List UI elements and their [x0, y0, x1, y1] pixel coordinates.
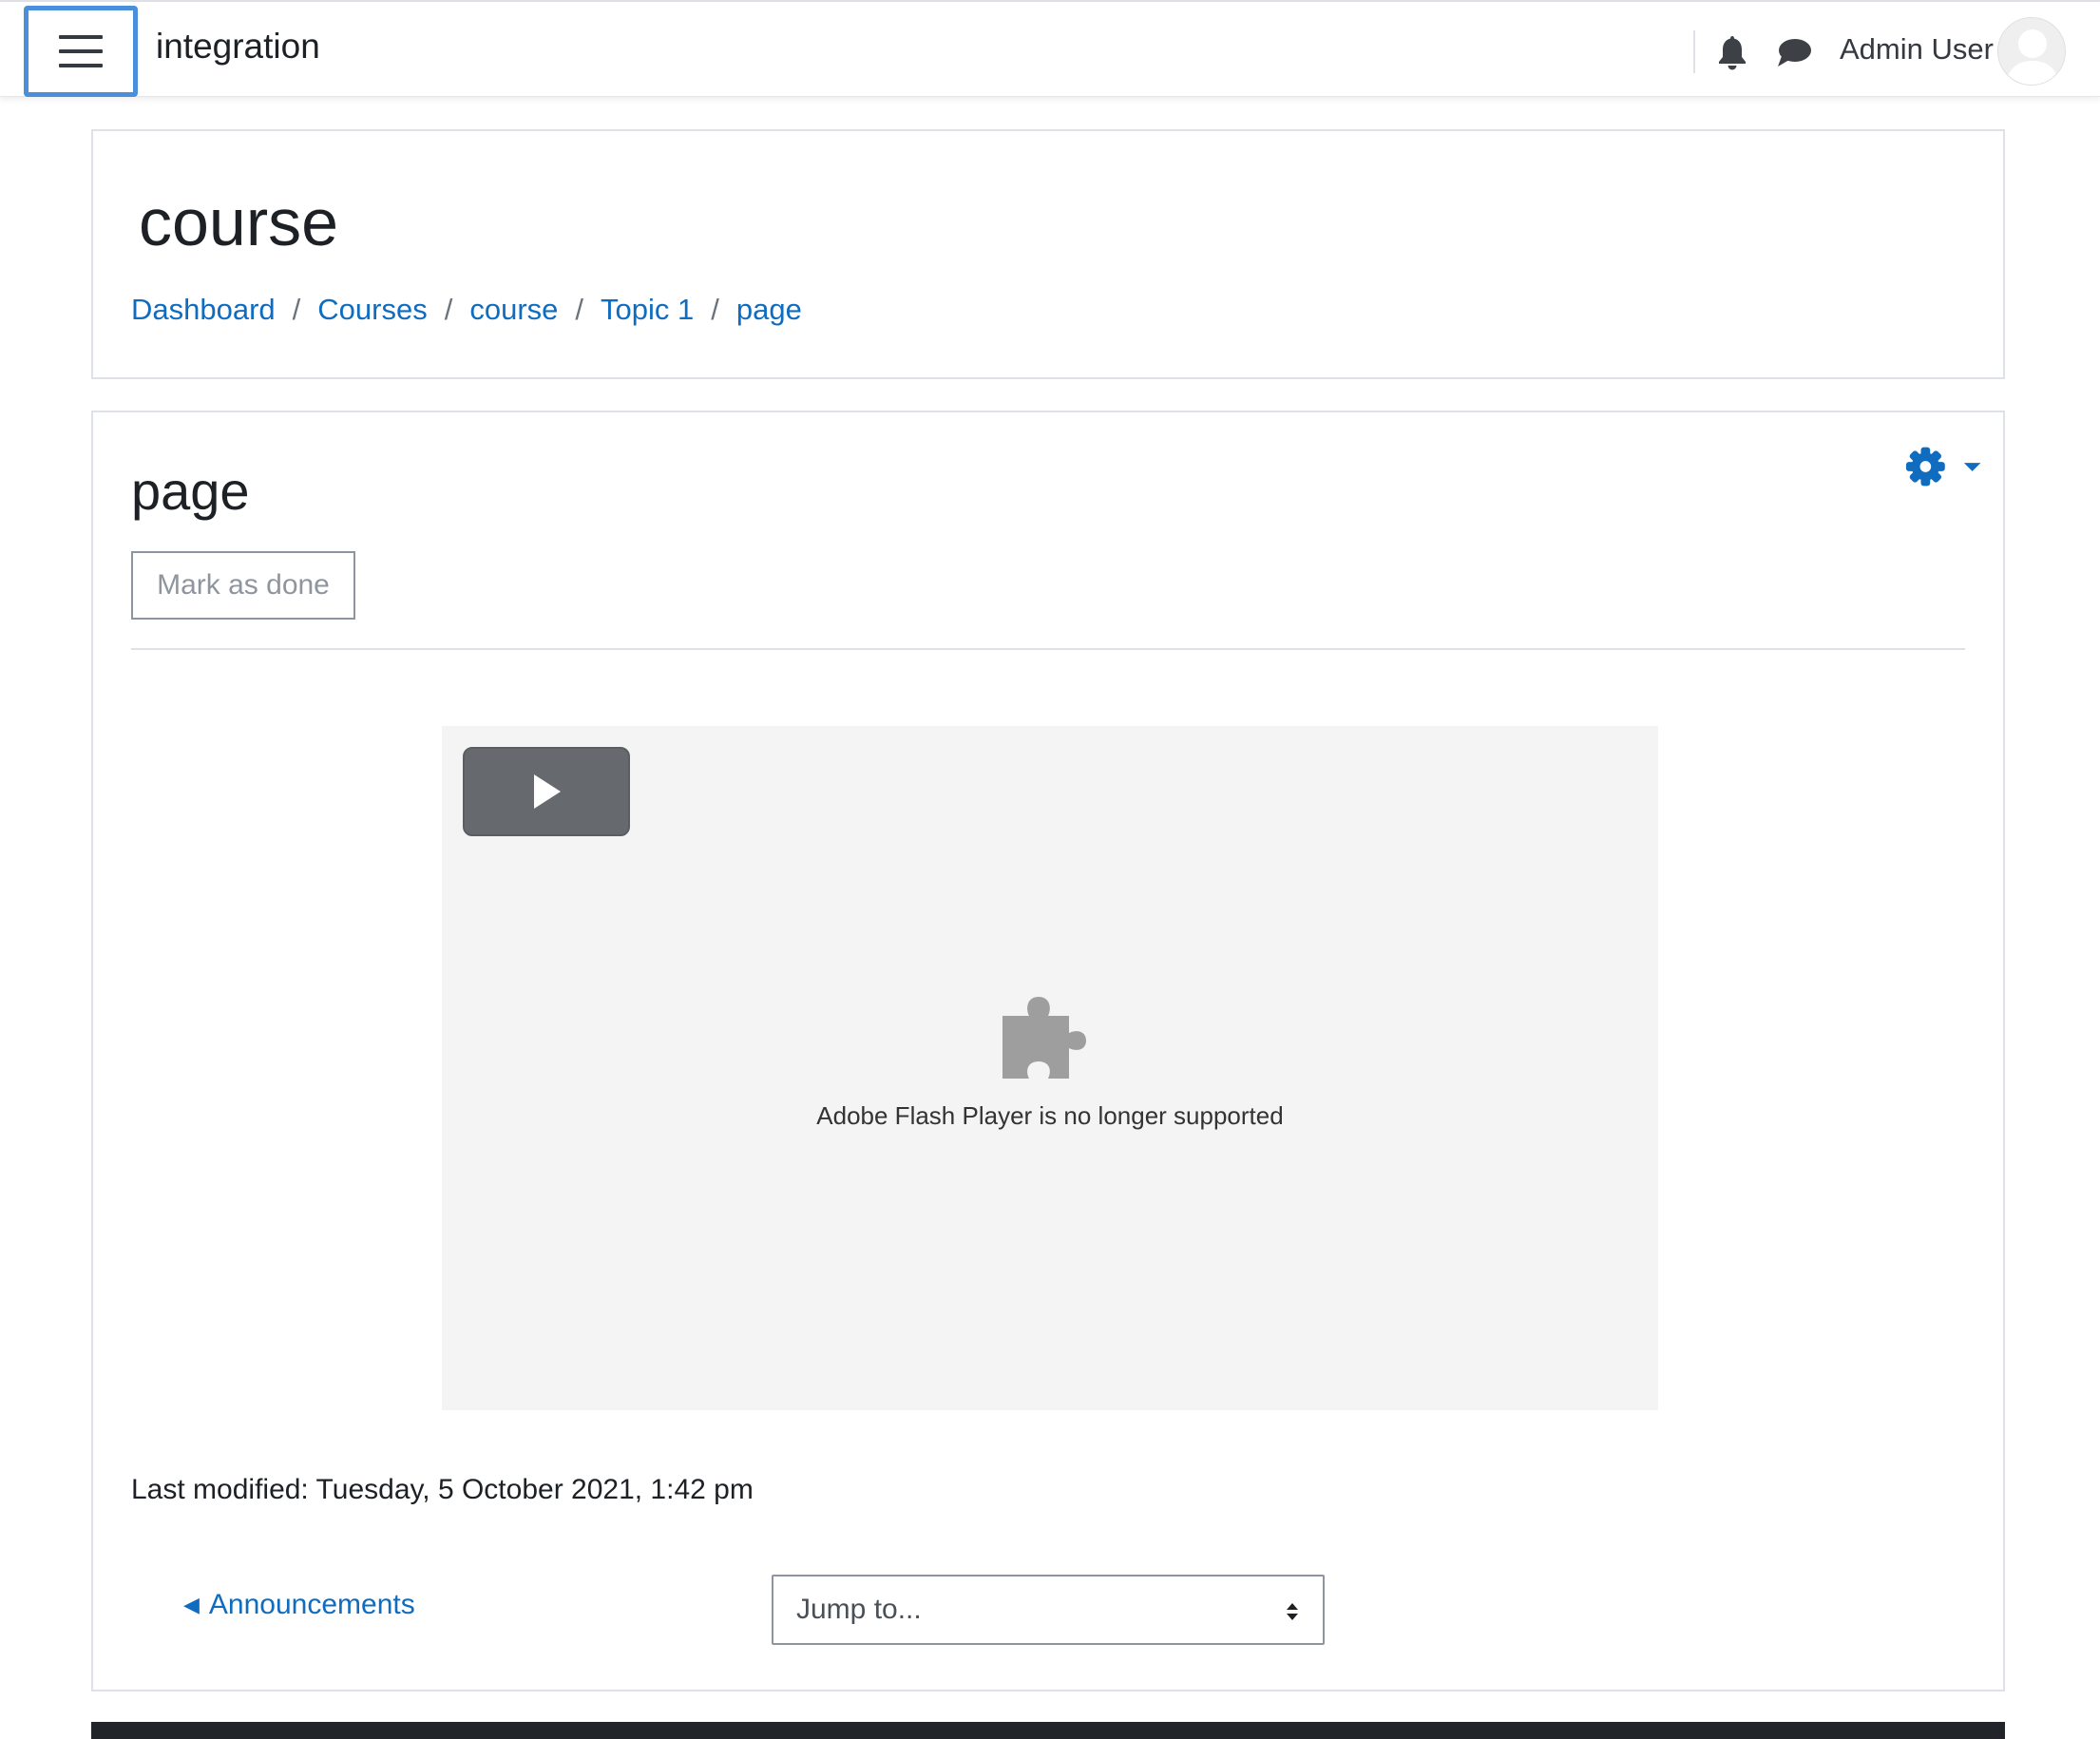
site-name[interactable]: integration: [156, 27, 320, 67]
breadcrumb-topic[interactable]: Topic 1: [601, 293, 694, 327]
last-modified-text: Last modified: Tuesday, 5 October 2021, …: [131, 1474, 754, 1505]
jump-to-select[interactable]: Jump to...: [772, 1575, 1325, 1645]
user-menu-name[interactable]: Admin User: [1840, 32, 1994, 67]
content-divider: [131, 648, 1965, 650]
breadcrumb-separator: /: [444, 293, 453, 326]
course-title: course: [139, 185, 339, 259]
jump-to-value: Jump to...: [796, 1594, 922, 1625]
hamburger-icon: [59, 35, 103, 67]
breadcrumb-dashboard[interactable]: Dashboard: [131, 293, 276, 327]
flash-unsupported-message: Adobe Flash Player is no longer supporte…: [816, 1101, 1284, 1130]
mark-as-done-button[interactable]: Mark as done: [131, 551, 355, 620]
gear-icon: [1905, 447, 1945, 487]
flash-media-player: Adobe Flash Player is no longer supporte…: [442, 726, 1658, 1410]
page-title: page: [131, 461, 250, 521]
navbar-divider: [1693, 30, 1695, 73]
puzzle-piece-icon: [1002, 997, 1086, 1079]
caret-down-icon: [1963, 463, 1981, 471]
breadcrumb-courses[interactable]: Courses: [317, 293, 427, 327]
top-navbar: integration Admin User: [0, 2, 2100, 97]
breadcrumb-separator: /: [292, 293, 301, 326]
breadcrumb: Dashboard / Courses / course / Topic 1 /…: [131, 293, 802, 327]
play-button[interactable]: [463, 747, 630, 836]
select-arrows-icon: [1287, 1603, 1298, 1620]
main-content: page Mark as done Adobe Flash Player is …: [91, 411, 2005, 1691]
avatar[interactable]: [1997, 17, 2066, 86]
default-user-icon: [2006, 29, 2059, 85]
previous-activity-label: Announcements: [208, 1589, 415, 1620]
left-arrow-icon: ◀: [183, 1593, 200, 1616]
bell-icon[interactable]: [1716, 34, 1748, 70]
page-footer: [91, 1722, 2005, 1739]
breadcrumb-separator: /: [711, 293, 719, 326]
chat-icon[interactable]: [1776, 37, 1812, 68]
activity-settings-menu[interactable]: [1904, 443, 1984, 490]
play-icon: [534, 774, 561, 809]
page-header: course Dashboard / Courses / course / To…: [91, 129, 2005, 379]
page: integration Admin User course Dashboard …: [0, 0, 2100, 1739]
breadcrumb-course[interactable]: course: [469, 293, 558, 327]
drawer-toggle-button[interactable]: [24, 6, 138, 97]
breadcrumb-separator: /: [575, 293, 584, 326]
breadcrumb-page[interactable]: page: [736, 293, 802, 327]
previous-activity-link[interactable]: ◀ Announcements: [183, 1589, 415, 1621]
